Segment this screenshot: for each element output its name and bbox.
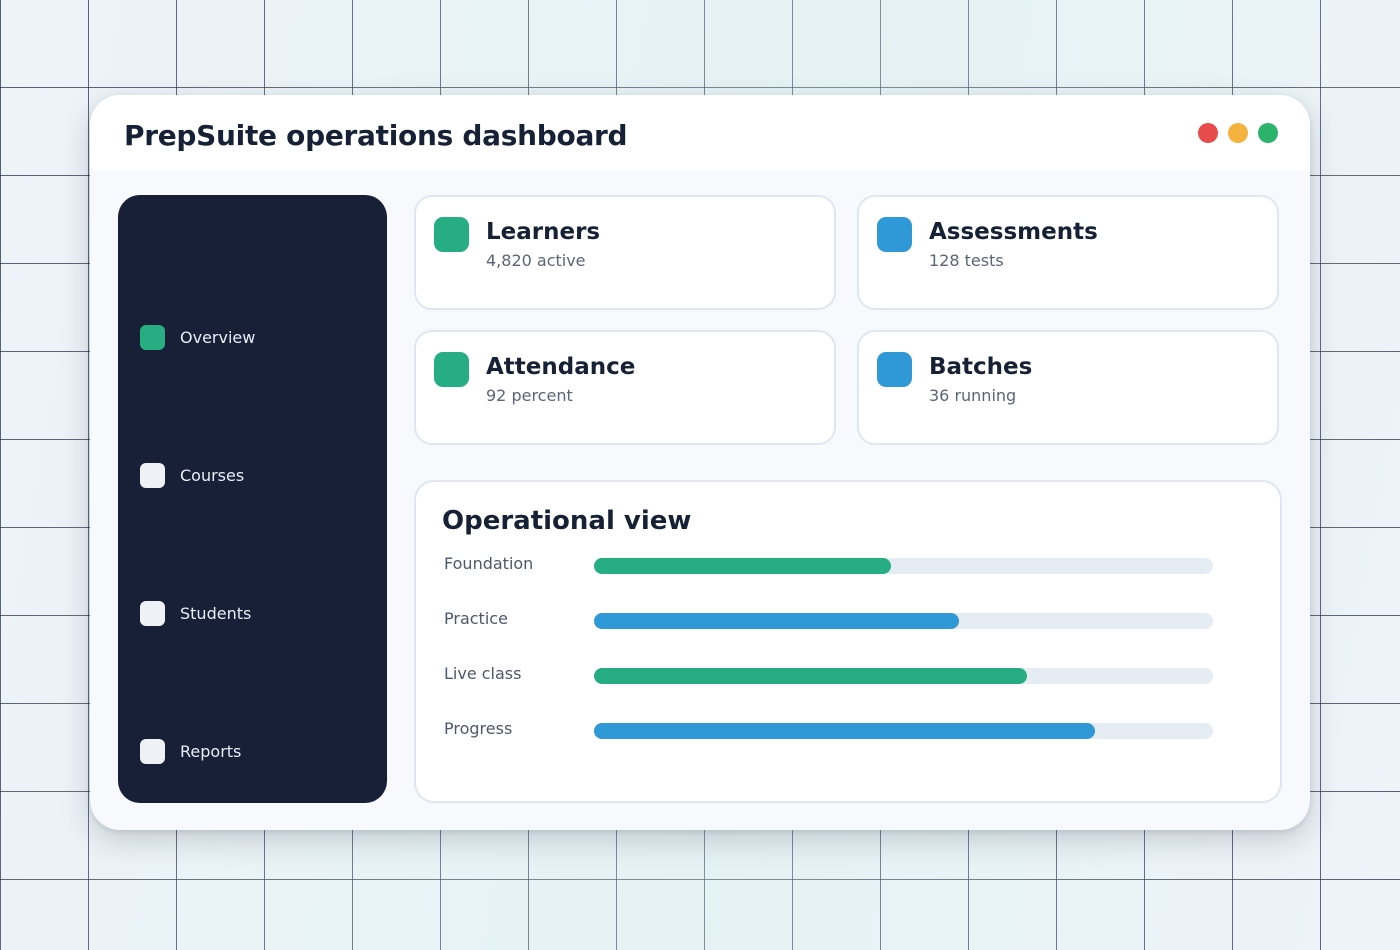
sidebar-item-courses[interactable]: Courses (140, 462, 244, 488)
card-subtitle: 92 percent (486, 386, 573, 405)
card-title: Learners (486, 219, 601, 245)
window-controls (1198, 123, 1278, 143)
sidebar-item-label: Students (180, 603, 252, 623)
progress-fill-live-class (594, 668, 1028, 684)
learners-icon (434, 217, 469, 252)
progress-fill-foundation (594, 558, 892, 574)
courses-square-icon (140, 462, 165, 488)
card-learners[interactable]: Learners 4,820 active (414, 195, 836, 310)
maximize-window-icon[interactable] (1258, 123, 1278, 143)
sidebar: Overview Courses Students Reports (118, 195, 387, 803)
row-label-practice: Practice (444, 609, 508, 628)
card-title: Assessments (929, 219, 1098, 245)
sidebar-item-students[interactable]: Students (140, 600, 251, 626)
close-window-icon[interactable] (1198, 123, 1218, 143)
attendance-icon (434, 352, 469, 387)
card-subtitle: 128 tests (929, 251, 1004, 270)
sidebar-item-overview[interactable]: Overview (140, 324, 255, 350)
assessments-icon (877, 217, 912, 252)
card-batches[interactable]: Batches 36 running (857, 330, 1279, 445)
card-attendance[interactable]: Attendance 92 percent (414, 330, 836, 445)
card-subtitle: 4,820 active (486, 251, 586, 270)
progress-track-progress (594, 723, 1213, 739)
card-subtitle: 36 running (929, 386, 1017, 405)
overview-square-icon (140, 324, 165, 350)
progress-track-foundation (594, 558, 1213, 574)
card-title: Batches (929, 354, 1033, 380)
title-bar: PrepSuite operations dashboard (90, 95, 1310, 170)
sidebar-item-reports[interactable]: Reports (140, 738, 241, 764)
card-assessments[interactable]: Assessments 128 tests (857, 195, 1279, 310)
page-title: PrepSuite operations dashboard (124, 119, 628, 152)
sidebar-item-label: Courses (180, 465, 245, 485)
row-label-live-class: Live class (444, 664, 522, 683)
batches-icon (877, 352, 912, 387)
app-window: PrepSuite operations dashboard Overview … (90, 95, 1310, 830)
operational-view-panel: Operational view Foundation Practice Liv… (414, 480, 1282, 803)
panel-title: Operational view (442, 506, 692, 536)
reports-square-icon (140, 738, 165, 764)
row-label-progress: Progress (444, 719, 513, 738)
card-title: Attendance (486, 354, 636, 380)
progress-track-live-class (594, 668, 1213, 684)
students-square-icon (140, 600, 165, 626)
sidebar-item-label: Overview (180, 327, 256, 347)
minimize-window-icon[interactable] (1228, 123, 1248, 143)
progress-fill-practice (594, 613, 960, 629)
progress-fill-progress (594, 723, 1096, 739)
row-label-foundation: Foundation (444, 554, 534, 573)
progress-track-practice (594, 613, 1213, 629)
sidebar-item-label: Reports (180, 741, 242, 761)
